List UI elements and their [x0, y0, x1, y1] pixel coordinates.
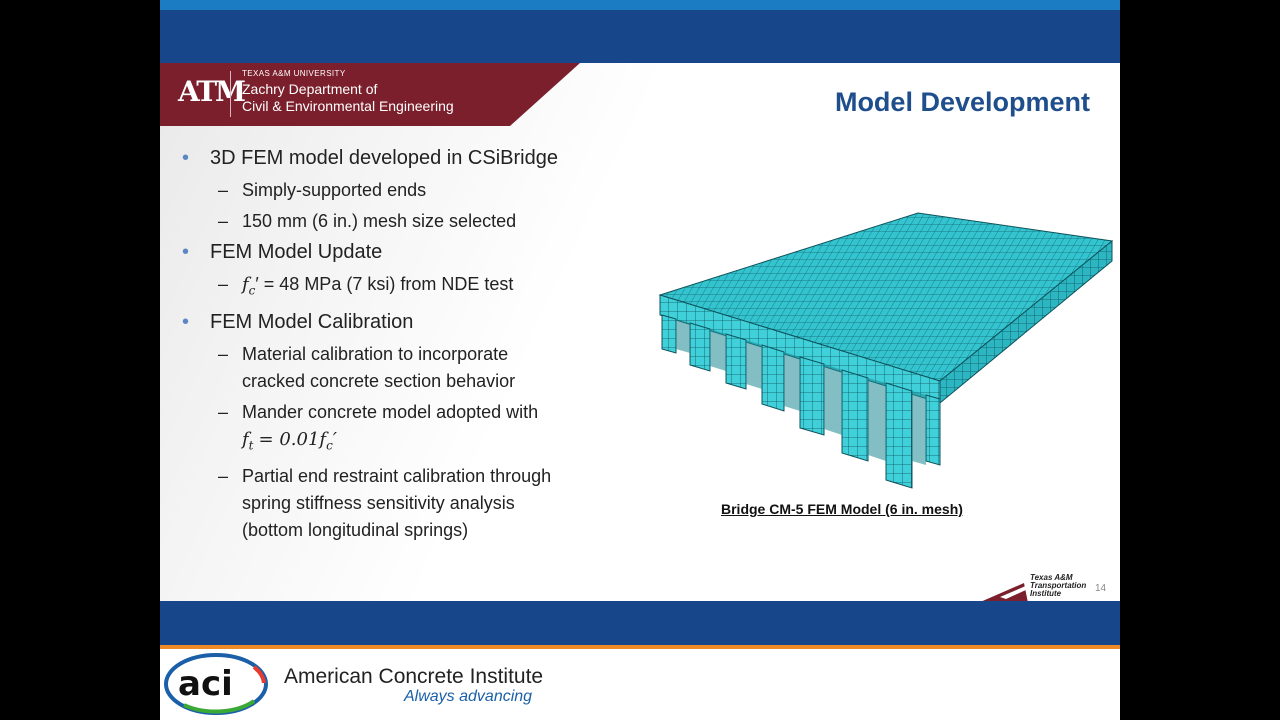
slide-title: Model Development: [834, 87, 1090, 117]
fem-mesh-illustration: [658, 212, 1114, 489]
aci-tagline: Always advancing: [404, 688, 533, 705]
footer: aci American Concrete Institute Always a…: [160, 649, 1120, 720]
department-name: Zachry Department of Civil & Environment…: [242, 81, 454, 115]
department-line-2: Civil & Environmental Engineering: [242, 98, 454, 114]
bullet-item: 3D FEM model developed in CSiBridge: [182, 145, 622, 171]
sub-bullet-item: – fc′ = 48 MPa (7 ksi) from NDE test: [218, 274, 514, 298]
university-header: ATM TEXAS A&M UNIVERSITY Zachry Departme…: [160, 63, 580, 126]
bottom-band: [160, 601, 1120, 645]
fem-model-figure: [650, 203, 1120, 493]
bullet-item: FEM Model Update: [182, 239, 622, 265]
sub-bullet-item: – Mander concrete model adopted with ft = …: [218, 401, 539, 453]
logo-divider: [230, 71, 231, 117]
aci-organization-name: American Concrete Institute: [284, 665, 544, 688]
top-band: [160, 10, 1120, 63]
tti-logo-text: Texas A&M Transportation Institute: [1030, 573, 1087, 598]
tamu-logo: ATM: [178, 75, 246, 108]
aci-logo-text: aci: [178, 664, 233, 704]
bullet-list: 3D FEM model developed in CSiBridge –Sim…: [182, 145, 622, 548]
slide: ATM TEXAS A&M UNIVERSITY Zachry Departme…: [160, 63, 1120, 603]
sub-bullet-item: –150 mm (6 in.) mesh size selected: [218, 211, 517, 231]
department-line-1: Zachry Department of: [242, 81, 378, 97]
figure-caption: Bridge CM-5 FEM Model (6 in. mesh): [721, 501, 963, 517]
page-number: 14: [1095, 583, 1107, 594]
top-stripe: [160, 0, 1120, 10]
sub-bullet-item: – Material calibration to incorporate crac…: [218, 343, 516, 391]
sub-bullet-item: – Simply-supported ends: [218, 180, 427, 200]
sub-bullet-item: – Partial end restraint calibration throu…: [218, 466, 552, 541]
bullet-item: FEM Model Calibration: [182, 309, 622, 335]
university-name: TEXAS A&M UNIVERSITY: [242, 69, 346, 78]
aci-logo: aci: [164, 653, 268, 715]
video-frame: ATM TEXAS A&M UNIVERSITY Zachry Departme…: [160, 0, 1120, 720]
